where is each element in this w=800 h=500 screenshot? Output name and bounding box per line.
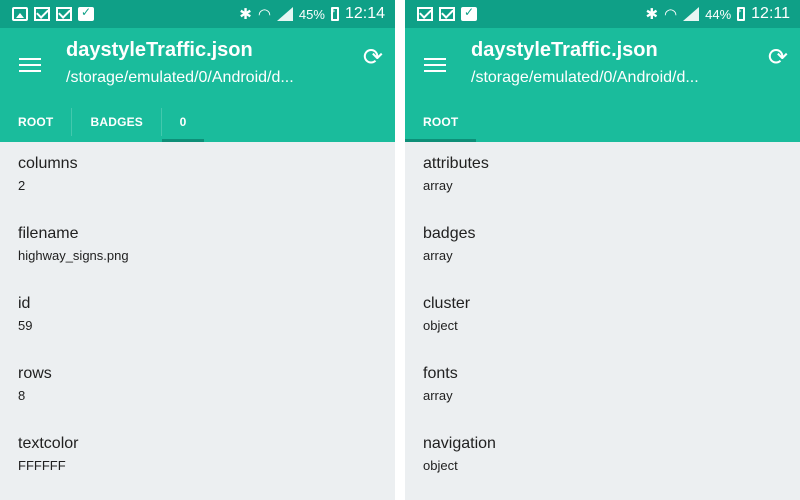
refresh-icon[interactable]: ⟳ [363, 44, 383, 72]
title-block: daystyleTraffic.json /storage/emulated/0… [66, 38, 336, 90]
app-bar: daystyleTraffic.json /storage/emulated/0… [0, 28, 395, 102]
list-item[interactable]: fonts array [423, 352, 800, 422]
item-key: attributes [423, 155, 489, 172]
item-value: FFFFFF [18, 458, 66, 473]
list-item[interactable]: navigation object [423, 422, 800, 492]
item-key: fonts [423, 365, 458, 382]
item-value: highway_signs.png [18, 248, 129, 263]
json-key-list: columns 2 filename highway_signs.png id … [0, 142, 395, 492]
tab-root[interactable]: ROOT [405, 102, 477, 142]
json-key-list: attributes array badges array cluster ob… [405, 142, 800, 492]
file-path: /storage/emulated/0/Android/d... [66, 69, 294, 86]
wifi-icon: ◠ [664, 6, 678, 23]
breadcrumb-tabs: ROOT [405, 102, 800, 142]
item-value: 2 [18, 178, 26, 193]
battery-charging-icon [736, 6, 746, 21]
item-value: array [423, 388, 453, 403]
refresh-icon[interactable]: ⟳ [768, 44, 788, 72]
mail-check-icon [34, 7, 50, 21]
clock: 12:11 [751, 5, 790, 22]
status-bar: ✱ ◠ 44% 12:11 [405, 0, 800, 28]
clipboard-check-icon [78, 5, 94, 21]
battery-percent: 45% [298, 6, 325, 22]
tab-0[interactable]: 0 [162, 102, 205, 142]
list-item[interactable]: filename highway_signs.png [18, 212, 395, 282]
bluetooth-icon: ✱ [645, 6, 659, 23]
hamburger-menu-icon[interactable] [424, 58, 446, 74]
item-key: cluster [423, 295, 471, 312]
mail-icon [56, 7, 72, 21]
tab-root[interactable]: ROOT [0, 102, 71, 142]
list-item[interactable]: cluster object [423, 282, 800, 352]
mail-check-icon [417, 7, 433, 21]
breadcrumb-tabs: ROOT BADGES 0 [0, 102, 395, 142]
list-item[interactable]: textcolor FFFFFF [18, 422, 395, 492]
item-value: 8 [18, 388, 26, 403]
item-value: object [423, 318, 458, 333]
battery-charging-icon [330, 6, 339, 21]
item-key: badges [423, 225, 476, 242]
clock: 12:14 [344, 5, 385, 22]
item-value: array [423, 248, 453, 263]
list-item[interactable]: columns 2 [18, 142, 395, 212]
phone-screen-right: ✱ ◠ 44% 12:11 daystyleTraffic.json /stor… [405, 0, 800, 500]
signal-icon [683, 7, 700, 21]
hamburger-menu-icon[interactable] [19, 58, 41, 74]
clipboard-check-icon [461, 5, 477, 21]
battery-percent: 44% [705, 6, 732, 22]
list-item[interactable]: id 59 [18, 282, 395, 352]
tab-badges[interactable]: BADGES [72, 102, 161, 142]
bluetooth-icon: ✱ [239, 6, 252, 23]
item-key: id [18, 295, 31, 312]
file-title: daystyleTraffic.json [66, 39, 253, 61]
item-key: columns [18, 155, 78, 172]
file-title: daystyleTraffic.json [471, 39, 658, 61]
signal-icon [276, 7, 293, 21]
item-value: 59 [18, 318, 33, 333]
list-item[interactable]: badges array [423, 212, 800, 282]
item-key: navigation [423, 435, 496, 452]
status-bar: ✱ ◠ 45% 12:14 [0, 0, 395, 28]
item-key: rows [18, 365, 52, 382]
mail-icon [439, 7, 455, 21]
list-item[interactable]: attributes array [423, 142, 800, 212]
title-block: daystyleTraffic.json /storage/emulated/0… [471, 38, 741, 90]
item-value: array [423, 178, 453, 193]
wifi-icon: ◠ [257, 6, 271, 23]
list-item[interactable]: rows 8 [18, 352, 395, 422]
item-key: textcolor [18, 435, 79, 452]
item-value: object [423, 458, 458, 473]
app-bar: daystyleTraffic.json /storage/emulated/0… [405, 28, 800, 102]
file-path: /storage/emulated/0/Android/d... [471, 69, 699, 86]
phone-screen-left: ✱ ◠ 45% 12:14 daystyleTraffic.json /stor… [0, 0, 395, 500]
image-icon [12, 7, 28, 21]
item-key: filename [18, 225, 79, 242]
